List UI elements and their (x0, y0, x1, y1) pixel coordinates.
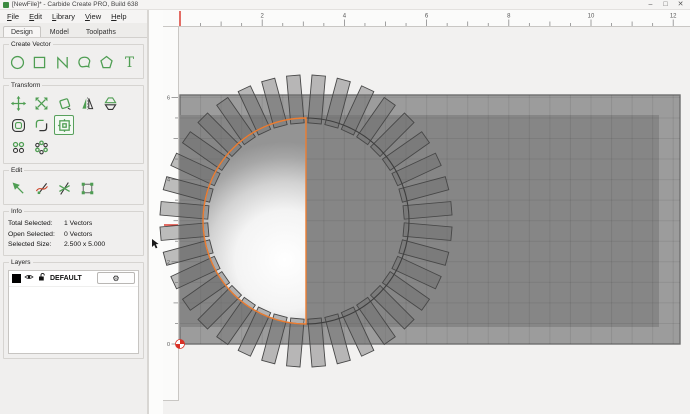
scale-tool[interactable] (31, 93, 51, 113)
svg-text:10: 10 (588, 14, 595, 20)
linear-array-tool[interactable] (8, 137, 28, 157)
select-tool[interactable] (8, 178, 28, 198)
info-open-selected: Open Selected: 0 Vectors (8, 230, 93, 238)
tab-model[interactable]: Model (42, 26, 77, 37)
tab-design[interactable]: Design (3, 26, 41, 37)
svg-text:6: 6 (167, 95, 170, 101)
menu-library[interactable]: Library (47, 12, 80, 21)
layers-group: Layers DEFAULT ⚙ (3, 258, 144, 359)
info-selected-size: Selected Size: 2.500 x 5.000 (8, 241, 106, 248)
create-vector-group: Create Vector T (3, 41, 144, 79)
create-vector-title: Create Vector (9, 41, 53, 48)
join-vectors-tool[interactable] (77, 178, 97, 198)
rotate-tool[interactable] (54, 93, 74, 113)
menu-edit[interactable]: Edit (24, 12, 47, 21)
polyline-tool[interactable] (53, 52, 72, 72)
left-panel: File Edit Library View Help Design Model… (0, 10, 148, 414)
layer-visibility-eye-icon[interactable] (24, 269, 34, 287)
circle-tool[interactable] (8, 52, 27, 72)
maximize-button[interactable]: □ (658, 0, 673, 9)
edit-group: Edit (3, 167, 144, 205)
circular-array-tool[interactable] (31, 137, 51, 157)
layer-color-swatch[interactable] (12, 273, 21, 283)
layer-settings-button[interactable]: ⚙ (97, 272, 135, 284)
menu-view[interactable]: View (80, 12, 106, 21)
window-controls: – □ ✕ (643, 0, 688, 9)
text-tool[interactable]: T (120, 52, 139, 72)
offset-tool[interactable] (8, 115, 28, 135)
rectangle-tool[interactable] (30, 52, 49, 72)
origin-marker[interactable] (175, 339, 185, 349)
tab-toolpaths[interactable]: Toolpaths (78, 26, 124, 37)
title-bar: [NewFile]* - Carbide Create PRO, Build 6… (0, 0, 690, 10)
node-edit-tool[interactable] (31, 178, 51, 198)
layer-list: DEFAULT ⚙ (8, 269, 139, 354)
minimize-button[interactable]: – (643, 0, 658, 9)
svg-text:12: 12 (670, 14, 677, 20)
info-group: Info Total Selected: 1 Vectors Open Sele… (3, 208, 144, 256)
flip-tool[interactable] (100, 93, 120, 113)
layer-unlock-icon[interactable] (37, 269, 47, 287)
transform-group: Transform (3, 82, 144, 164)
curve-tool[interactable] (75, 52, 94, 72)
layer-row-default[interactable]: DEFAULT ⚙ (9, 271, 138, 287)
trim-tool[interactable] (54, 178, 74, 198)
svg-text:T: T (125, 54, 134, 70)
tab-bar: Design Model Toolpaths (0, 23, 147, 38)
info-total-selected: Total Selected: 1 Vectors (8, 220, 93, 227)
fillet-tool[interactable] (31, 115, 51, 135)
info-title: Info (9, 208, 24, 215)
layers-title: Layers (9, 258, 33, 266)
mirror-tool[interactable] (77, 93, 97, 113)
menu-file[interactable]: File (2, 12, 24, 21)
svg-text:0: 0 (167, 342, 170, 348)
app-window: { "window": { "title": "[NewFile]* - Car… (0, 0, 690, 414)
edit-title: Edit (9, 167, 25, 174)
move-tool[interactable] (8, 93, 28, 113)
polygon-tool[interactable] (97, 52, 116, 72)
workspace: 246810120246 (148, 10, 690, 414)
design-canvas[interactable]: 246810120246 (148, 10, 690, 414)
gear-icon: ⚙ (112, 274, 120, 283)
layer-name: DEFAULT (50, 274, 82, 282)
menu-bar: File Edit Library View Help (0, 10, 147, 23)
window-title: [NewFile]* - Carbide Create PRO, Build 6… (12, 1, 139, 8)
transform-title: Transform (9, 82, 43, 89)
menu-help[interactable]: Help (106, 12, 131, 21)
close-button[interactable]: ✕ (673, 0, 688, 9)
app-icon (3, 1, 9, 8)
pattern-tool[interactable] (54, 115, 74, 135)
